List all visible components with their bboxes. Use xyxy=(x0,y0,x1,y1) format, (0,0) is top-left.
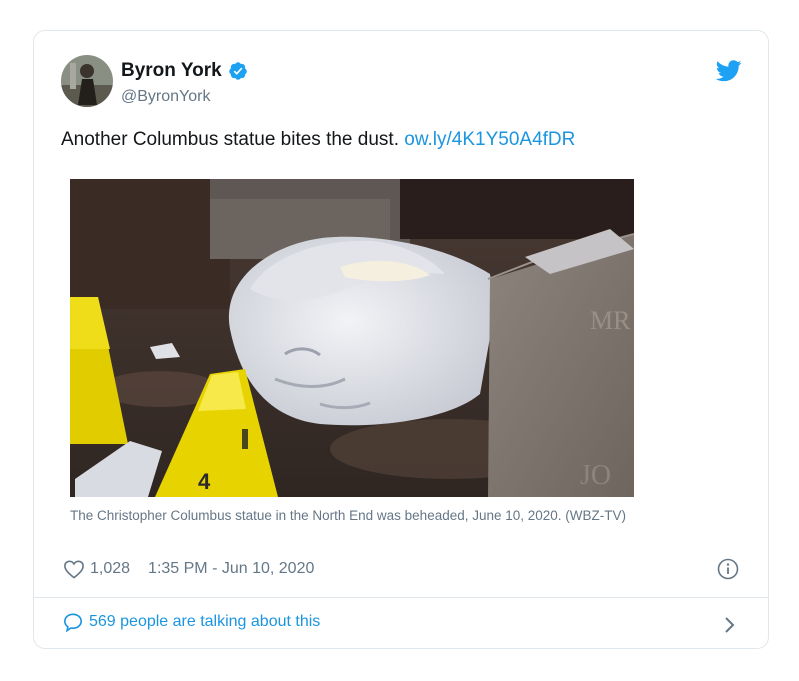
tweet-text-row: Another Columbus statue bites the dust. … xyxy=(61,129,575,151)
author-handle[interactable]: @ByronYork xyxy=(121,88,210,106)
avatar[interactable] xyxy=(61,55,113,107)
media-caption: The Christopher Columbus statue in the N… xyxy=(70,508,627,523)
chevron-right-icon[interactable] xyxy=(724,616,736,634)
svg-text:JO: JO xyxy=(580,460,611,491)
svg-text:4: 4 xyxy=(198,469,211,494)
tweet-text: Another Columbus statue bites the dust. xyxy=(61,129,399,150)
tweet-timestamp[interactable]: 1:35 PM - Jun 10, 2020 xyxy=(148,560,314,578)
tweet-media-image[interactable]: MR JO 4 xyxy=(70,179,634,497)
divider xyxy=(34,597,768,598)
conversation-text: 569 people are talking about this xyxy=(89,613,321,630)
tweet-link[interactable]: ow.ly/4K1Y50A4fDR xyxy=(404,129,575,150)
author-name[interactable]: Byron York xyxy=(121,60,222,82)
tweet-card: Byron York @ByronYork Another Columbus s… xyxy=(33,30,769,649)
conversation-link[interactable]: 569 people are talking about this xyxy=(63,612,321,633)
speech-bubble-icon xyxy=(63,612,83,633)
like-count[interactable]: 1,028 xyxy=(90,560,130,578)
svg-text:MR: MR xyxy=(590,306,631,335)
heart-icon[interactable] xyxy=(63,559,85,579)
verified-badge-icon xyxy=(228,61,248,81)
twitter-bird-icon[interactable] xyxy=(715,60,742,82)
info-icon[interactable] xyxy=(717,558,739,580)
